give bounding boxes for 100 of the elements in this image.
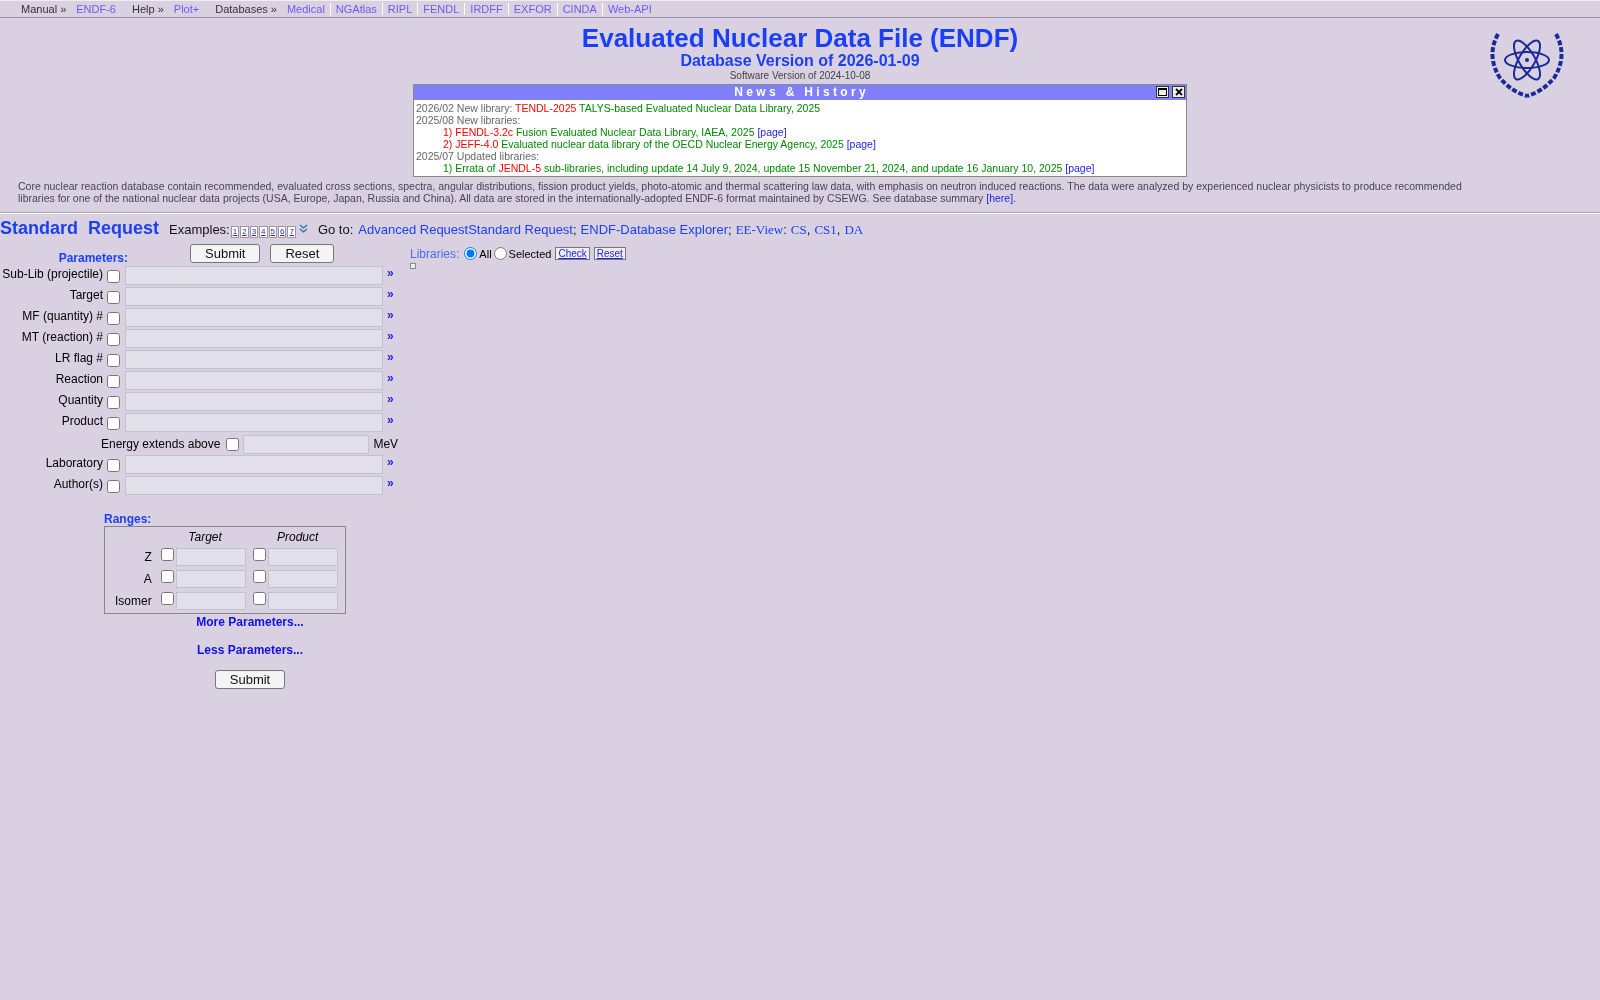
more-link[interactable]: » <box>385 264 399 286</box>
input-field[interactable] <box>268 591 339 610</box>
more-link[interactable]: » <box>385 390 399 412</box>
nav-label: Manual » <box>20 3 68 15</box>
checkbox[interactable] <box>253 548 267 562</box>
input-field[interactable] <box>125 286 383 306</box>
more-link[interactable]: » <box>385 285 399 307</box>
nav-link[interactable]: Medical <box>281 3 330 15</box>
nav-label: Help » <box>131 3 165 15</box>
libraries-label: Libraries: <box>410 246 460 261</box>
reset-button[interactable]: Reset <box>593 247 626 261</box>
checkbox[interactable] <box>160 592 174 606</box>
goto-link[interactable]: ENDF-Database Explorer <box>580 221 728 237</box>
checkbox[interactable] <box>107 332 120 346</box>
nav-link[interactable]: CINDA <box>556 3 602 15</box>
input-field[interactable] <box>125 328 383 348</box>
checkbox[interactable] <box>107 311 120 325</box>
field-label: Quantity <box>57 391 103 409</box>
example-button[interactable]: 7 <box>287 225 296 238</box>
nav-link[interactable]: ENDF-6 <box>71 3 121 15</box>
input-field[interactable] <box>125 454 383 474</box>
nav-link[interactable]: Plot+ <box>168 3 205 15</box>
checkbox[interactable] <box>107 353 120 367</box>
more-link[interactable]: » <box>385 474 399 496</box>
goto-link[interactable]: CS <box>790 221 807 238</box>
field-label: Author(s) <box>52 475 103 493</box>
example-button[interactable]: 2 <box>240 225 249 238</box>
input-field[interactable] <box>268 569 339 588</box>
example-button[interactable]: 6 <box>278 225 287 238</box>
input-field[interactable] <box>125 307 383 327</box>
more-link[interactable]: » <box>385 327 399 349</box>
more-link[interactable]: » <box>385 369 399 391</box>
request-title: Request <box>88 217 160 239</box>
check-button[interactable]: Check <box>555 247 590 261</box>
checkbox[interactable] <box>226 437 240 451</box>
chevron-down-icon[interactable] <box>298 223 308 234</box>
input-field[interactable] <box>175 591 246 610</box>
input-field[interactable] <box>175 547 246 566</box>
goto-link[interactable]: Advanced Request <box>358 221 469 237</box>
radio-button[interactable] <box>464 247 478 261</box>
ranges-label: Ranges: <box>104 511 153 526</box>
input-field[interactable] <box>125 370 383 390</box>
input-field[interactable] <box>125 391 383 411</box>
example-button[interactable]: 1 <box>230 225 240 238</box>
request-title: Standard <box>0 217 78 239</box>
input-field[interactable] <box>125 265 383 285</box>
input-field[interactable] <box>125 412 383 432</box>
checkbox[interactable] <box>107 374 120 388</box>
less-parameters-link[interactable]: Less Parameters... <box>196 642 304 657</box>
nav-link[interactable]: Web-API <box>601 3 657 15</box>
nav-link[interactable]: IRDFF <box>464 3 508 15</box>
submit-button[interactable]: Submit <box>190 244 261 264</box>
nav-label: Databases » <box>214 3 278 15</box>
more-link[interactable]: » <box>385 348 399 370</box>
checkbox[interactable] <box>107 290 120 304</box>
maximize-button[interactable] <box>1156 85 1169 98</box>
submit-button[interactable]: Submit <box>214 669 286 689</box>
column-header: Product <box>276 528 320 545</box>
more-parameters-link[interactable]: More Parameters... <box>196 614 304 629</box>
row-label: A <box>142 570 153 588</box>
field-label: Reaction <box>54 370 103 388</box>
close-button[interactable] <box>1172 85 1185 98</box>
energy-field[interactable] <box>243 434 370 454</box>
input-field[interactable] <box>268 547 339 566</box>
nav-link[interactable]: RIPL <box>381 3 418 15</box>
example-button[interactable]: 5 <box>268 225 277 238</box>
field-label: Laboratory <box>44 454 103 472</box>
goto-link[interactable]: DA <box>844 221 864 238</box>
example-button[interactable]: 4 <box>259 225 268 238</box>
checkbox[interactable] <box>107 458 120 472</box>
news-item: 1) FENDL-3.2c Fusion Evaluated Nuclear Data Library, IAEA, 2025 [page] <box>442 125 788 138</box>
input-field[interactable] <box>175 569 246 588</box>
checkbox[interactable] <box>107 479 120 493</box>
more-link[interactable]: » <box>385 306 399 328</box>
radio-label: Selected <box>508 247 552 260</box>
goto-link[interactable]: Standard Request <box>468 221 573 237</box>
example-button[interactable]: 3 <box>249 225 259 238</box>
checkbox[interactable] <box>253 592 267 606</box>
more-link[interactable]: » <box>385 411 399 433</box>
input-field[interactable] <box>125 349 383 369</box>
unit-label: MeV <box>373 437 399 452</box>
separator-text: , <box>806 221 811 237</box>
field-label: MT (reaction) # <box>20 328 103 346</box>
checkbox[interactable] <box>160 548 174 562</box>
checkbox[interactable] <box>107 416 120 430</box>
reset-button[interactable]: Reset <box>270 244 335 264</box>
nav-link[interactable]: EXFOR <box>507 3 557 15</box>
more-link[interactable]: » <box>385 453 399 475</box>
goto-link[interactable]: CS1 <box>814 221 837 238</box>
nav-link[interactable]: NGAtlas <box>329 3 382 15</box>
page-title: Evaluated Nuclear Data File (ENDF) <box>580 25 1020 53</box>
input-field[interactable] <box>125 475 383 495</box>
separator-text: ; <box>573 221 577 237</box>
radio-button[interactable] <box>493 247 507 261</box>
checkbox[interactable] <box>107 269 120 283</box>
checkbox[interactable] <box>253 570 267 584</box>
database-description: Core nuclear reaction database contain recommended, evaluated cross sections, spectra, angular distributions, fission product yields, photo-atomic and thermal scattering law data, with emphasis on neutron induced reactions. The data were analyzed by experienced nuclear physicists to produce recommended libraries for one of the national nuclear data projects (USA, Europe, Japan, Russia and China). All data are stored in the internationally-adopted ENDF-6 format maintained by CSEWG. See database summary [here]. <box>18 179 1463 204</box>
checkbox[interactable] <box>160 570 174 584</box>
checkbox[interactable] <box>107 395 120 409</box>
nav-link[interactable]: FENDL <box>417 3 465 15</box>
